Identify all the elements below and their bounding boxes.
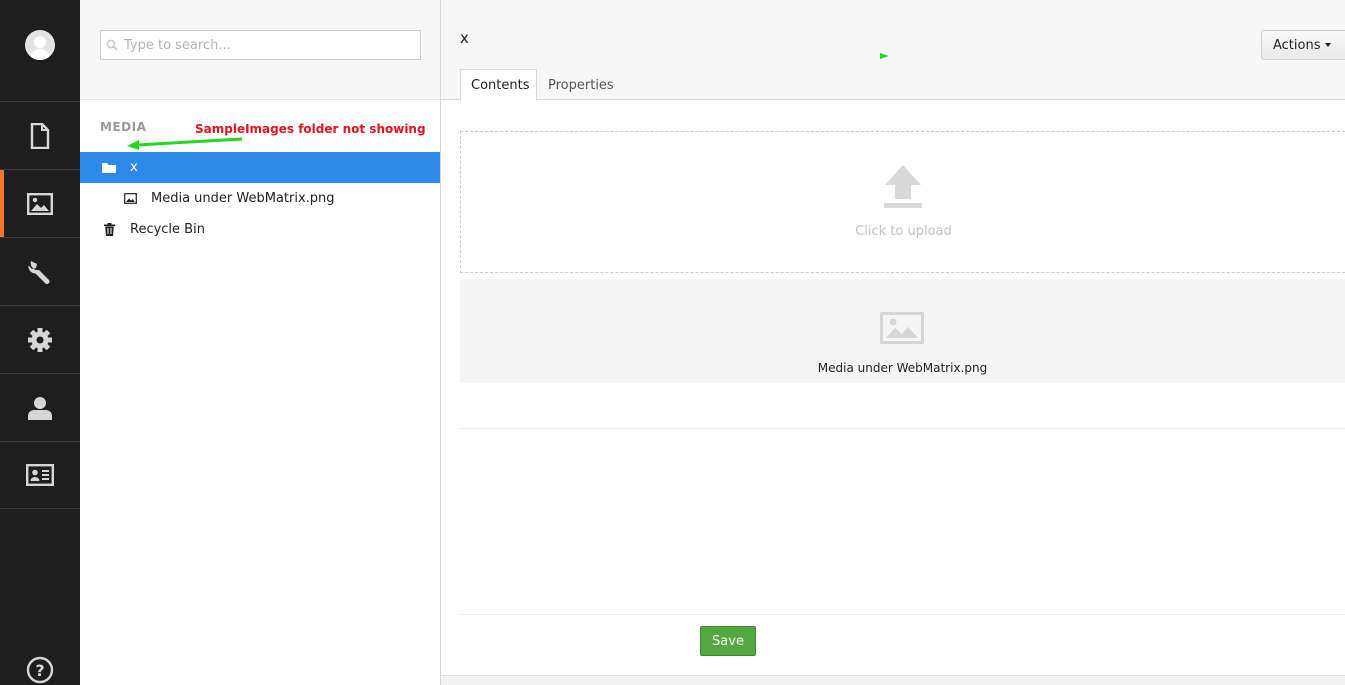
tab-properties[interactable]: Properties [538,69,624,101]
upload-icon [884,165,922,208]
svg-text:?: ? [35,661,44,680]
triangle-marker-icon [880,53,889,59]
gear-icon [28,327,52,352]
tree-item-label: x [130,160,138,175]
image-icon [123,192,137,206]
image-icon [27,192,53,215]
tree-item-media[interactable]: Media under WebMatrix.png [80,183,440,214]
sections-sidebar: ? [0,0,80,685]
actions-button[interactable]: Actions [1261,30,1345,60]
search-box[interactable] [100,30,421,60]
media-grid-item[interactable]: Media under WebMatrix.png [460,279,1345,383]
upload-dropzone[interactable]: Click to upload [460,131,1345,273]
actions-label: Actions [1273,37,1321,53]
search-input[interactable] [124,37,404,53]
section-users[interactable] [0,373,80,441]
help-icon: ? [26,656,54,684]
node-name[interactable]: x [460,29,469,47]
trash-icon [102,223,116,237]
wrench-icon [28,260,50,284]
media-item-name: Media under WebMatrix.png [817,361,988,375]
divider [460,428,1345,429]
annotation-arrow-icon [127,137,243,150]
folder-icon [102,161,116,175]
editor-header: x Actions Contents Properties [441,0,1345,101]
tree-item-recycle-bin[interactable]: Recycle Bin [80,214,440,245]
tab-label: Contents [471,77,530,93]
editor-panel: x Actions Contents Properties Click to u… [441,0,1345,685]
tab-label: Properties [548,77,614,93]
caret-down-icon [1324,43,1331,47]
user-avatar[interactable] [25,30,55,60]
user-icon [28,396,52,420]
document-icon [30,122,50,149]
upload-text: Click to upload [855,224,952,239]
section-developer[interactable] [0,237,80,305]
tree-item-label: Recycle Bin [130,222,205,237]
divider [460,614,1345,615]
section-settings[interactable] [0,305,80,373]
image-icon [880,312,924,344]
tree-header [80,0,440,100]
id-card-icon [26,464,54,486]
section-members[interactable] [0,441,80,509]
tree-section-title: MEDIA [100,120,147,134]
section-content[interactable] [0,101,80,169]
tab-contents[interactable]: Contents [460,69,537,101]
help-button[interactable]: ? [25,655,55,685]
search-icon [106,39,118,51]
save-button[interactable]: Save [700,626,756,656]
tree-item-label: Media under WebMatrix.png [151,191,335,206]
bottom-bar [441,675,1345,685]
tree-item-folder[interactable]: x [80,152,440,183]
section-media[interactable] [0,169,80,237]
tree-panel: MEDIA x Media under WebMatrix.png Recycl… [80,0,441,685]
